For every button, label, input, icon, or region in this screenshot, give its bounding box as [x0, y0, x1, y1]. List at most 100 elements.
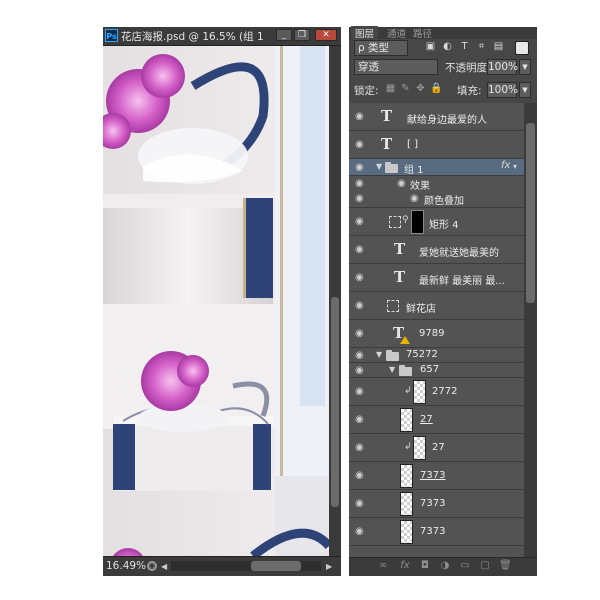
layer-row-selected[interactable]: ◉ ▼ 组 1 fx ▾	[349, 159, 524, 176]
lock-image-icon[interactable]: ✎	[400, 83, 411, 94]
filter-smartobject-icon[interactable]: ▤	[493, 41, 504, 52]
visibility-eye-icon[interactable]: ◉	[355, 471, 367, 481]
new-layer-icon[interactable]: ▢	[479, 560, 491, 572]
layer-row[interactable]: ◉ ↲ 27	[349, 434, 524, 462]
tab-layers[interactable]: 图层	[351, 26, 379, 40]
layers-panel: 图层 通道 路径 ρ 类型 ▣ ◐ T ⌗ ▤ 穿透 不透明度: 100% ▼ …	[349, 26, 537, 576]
layer-name: 2772	[432, 386, 458, 397]
canvas-horizontal-scroll-thumb[interactable]	[251, 561, 301, 571]
layer-thumbnail[interactable]	[400, 492, 413, 516]
blend-mode-select[interactable]: 穿透	[354, 59, 438, 75]
layer-name: 鲜花店	[406, 304, 436, 315]
layer-thumbnail[interactable]	[413, 436, 426, 460]
expand-triangle-icon[interactable]: ▼	[376, 350, 382, 359]
layer-row[interactable]: ◉ ↲ 2772	[349, 378, 524, 406]
close-button[interactable]: ✕	[315, 29, 337, 41]
visibility-eye-icon[interactable]: ◉	[355, 387, 367, 397]
fill-dropdown-button[interactable]: ▼	[519, 82, 531, 98]
scroll-right-icon[interactable]: ▶	[326, 562, 332, 571]
layer-thumbnail[interactable]	[413, 380, 426, 404]
minimize-button[interactable]: _	[276, 29, 292, 41]
filter-pixel-icon[interactable]: ▣	[425, 41, 436, 52]
visibility-eye-icon[interactable]: ◉	[355, 301, 367, 311]
adjustment-layer-icon[interactable]: ◑	[439, 560, 451, 572]
visibility-eye-icon[interactable]: ◉	[355, 443, 367, 453]
delete-layer-icon[interactable]: 🗑	[499, 560, 512, 572]
layer-row[interactable]: ◉ 7373	[349, 490, 524, 518]
add-style-icon[interactable]: fx	[399, 560, 411, 572]
layer-thumbnail[interactable]	[400, 520, 413, 544]
layer-row[interactable]: ◉ 鲜花店	[349, 292, 524, 320]
layers-vertical-scroll-thumb[interactable]	[526, 123, 535, 303]
layer-row[interactable]: ◉ T [ ]	[349, 131, 524, 159]
layer-row[interactable]: ◉ T 献给身边最爱的人	[349, 103, 524, 131]
restore-button[interactable]: ❐	[294, 29, 310, 41]
layer-name: 27	[432, 442, 445, 453]
status-info-icon[interactable]: ◉	[147, 561, 157, 571]
filter-shape-icon[interactable]: ⌗	[476, 41, 487, 52]
visibility-eye-icon[interactable]: ◉	[355, 527, 367, 537]
opacity-input[interactable]: 100%	[487, 59, 518, 75]
text-layer-icon: T	[394, 268, 406, 286]
zoom-level[interactable]: 16.49%	[106, 560, 146, 572]
lock-all-icon[interactable]: 🔒	[430, 83, 442, 94]
document-status-bar: 16.49% ◉ ◀ ▶	[103, 556, 341, 576]
layer-filter-type-select[interactable]: ρ 类型	[354, 40, 408, 56]
layer-row[interactable]: ◉ 7373	[349, 518, 524, 546]
visibility-eye-icon[interactable]: ◉	[355, 329, 367, 339]
layer-row[interactable]: ◉ T 最新鲜 最美丽 最...	[349, 264, 524, 292]
lock-position-icon[interactable]: ✥	[415, 83, 426, 94]
effect-visibility-eye-icon[interactable]: ◉	[410, 194, 422, 204]
effects-expand-icon[interactable]: ▾	[513, 162, 517, 171]
layer-name: [ ]	[407, 139, 418, 150]
layer-name: 矩形 4	[429, 220, 459, 231]
visibility-eye-icon[interactable]: ◉	[355, 112, 367, 122]
visibility-eye-icon[interactable]: ◉	[355, 194, 367, 204]
document-titlebar[interactable]: Ps 花店海报.psd @ 16.5% (组 1, RG... _ ❐ ✕	[103, 27, 341, 46]
filter-type-icon[interactable]: T	[459, 41, 470, 52]
panel-tabs: 图层 通道 路径	[349, 26, 537, 40]
effects-row[interactable]: ◉ ◉ 效果	[349, 176, 524, 193]
layer-thumbnail[interactable]	[400, 408, 413, 432]
new-group-icon[interactable]: ▭	[459, 560, 471, 572]
layer-row[interactable]: ◉ ▼ 657	[349, 363, 524, 378]
opacity-dropdown-button[interactable]: ▼	[519, 59, 531, 75]
visibility-eye-icon[interactable]: ◉	[355, 163, 367, 173]
link-layers-icon[interactable]: ∞	[377, 560, 389, 572]
visibility-eye-icon[interactable]: ◉	[355, 273, 367, 283]
fill-input[interactable]: 100%	[487, 82, 518, 98]
layer-row[interactable]: ◉ ⚲ 矩形 4	[349, 208, 524, 236]
layer-row[interactable]: ◉ T 9789	[349, 320, 524, 348]
expand-triangle-icon[interactable]: ▼	[376, 162, 382, 171]
effect-visibility-eye-icon[interactable]: ◉	[397, 179, 409, 189]
poster-canvas[interactable]	[103, 46, 329, 575]
expand-triangle-icon[interactable]: ▼	[389, 365, 395, 374]
layer-row[interactable]: ◉ T 爱她就送她最美的	[349, 236, 524, 264]
visibility-eye-icon[interactable]: ◉	[355, 140, 367, 150]
layer-row[interactable]: ◉ 7373	[349, 462, 524, 490]
filter-toggle-switch[interactable]	[515, 41, 529, 55]
filter-adjustment-icon[interactable]: ◐	[442, 41, 453, 52]
visibility-eye-icon[interactable]: ◉	[355, 499, 367, 509]
link-icon: ⚲	[402, 215, 409, 225]
clipping-arrow-icon: ↲	[404, 442, 412, 452]
visibility-eye-icon[interactable]: ◉	[355, 179, 367, 189]
visibility-eye-icon[interactable]: ◉	[355, 415, 367, 425]
fx-badge[interactable]: fx	[501, 160, 510, 171]
visibility-eye-icon[interactable]: ◉	[355, 351, 367, 361]
mask-thumbnail[interactable]	[411, 210, 424, 234]
lock-transparent-icon[interactable]: ▦	[385, 83, 396, 94]
canvas-vertical-scroll-thumb[interactable]	[331, 297, 339, 507]
tab-paths[interactable]: 路径	[409, 26, 436, 40]
effect-row[interactable]: ◉ ◉ 颜色叠加	[349, 191, 524, 208]
visibility-eye-icon[interactable]: ◉	[355, 245, 367, 255]
add-mask-icon[interactable]: ◘	[419, 560, 431, 572]
scroll-left-icon[interactable]: ◀	[161, 562, 167, 571]
layer-list: ◉ T 献给身边最爱的人 ◉ T [ ] ◉ ▼ 组 1 fx ▾ ◉ ◉ 效果	[349, 103, 524, 557]
visibility-eye-icon[interactable]: ◉	[355, 217, 367, 227]
layer-row[interactable]: ◉ 27	[349, 406, 524, 434]
layer-row[interactable]: ◉ ▼ 75272	[349, 348, 524, 363]
tab-channels[interactable]: 通道	[383, 26, 410, 40]
layer-thumbnail[interactable]	[400, 464, 413, 488]
visibility-eye-icon[interactable]: ◉	[355, 366, 367, 376]
